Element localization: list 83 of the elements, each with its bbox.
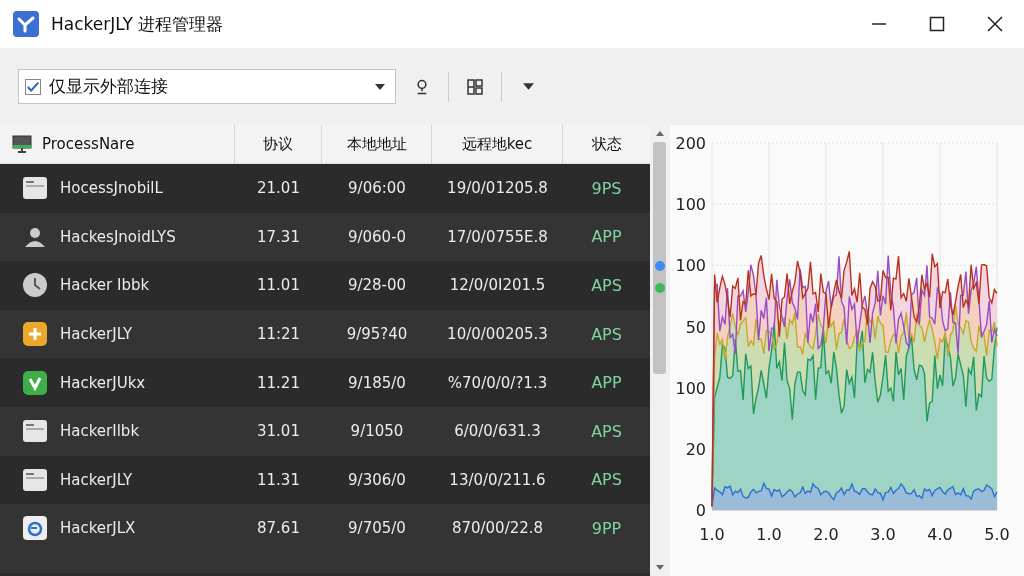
protocol-cell-text: 11:21	[255, 324, 302, 346]
column-header[interactable]: ProcessNare	[0, 125, 235, 163]
local-address-cell-text: 9/28-00	[346, 275, 408, 297]
remote-address-cell-text: 10/0/00205.3	[446, 324, 549, 346]
window-title: HackerJLY 进程管理器	[51, 12, 224, 36]
remote-address-cell-text: 13/0/0/211.6	[448, 469, 547, 491]
maximize-icon	[929, 16, 945, 32]
local-address-cell-text: 9/95?40	[345, 324, 409, 346]
document-icon	[22, 466, 48, 493]
status-cell-text: APS	[590, 420, 623, 443]
status-cell-text: APS	[590, 323, 623, 346]
grid-icon	[466, 77, 484, 96]
process-name: HackerJLY	[60, 470, 133, 489]
marker-dot	[655, 261, 665, 271]
check-icon	[22, 369, 48, 396]
scrollbar-thumb[interactable]	[653, 142, 666, 374]
process-name: HackerJUkx	[60, 373, 146, 392]
clock-icon	[22, 272, 48, 299]
filter-label: 仅显示外部连接	[49, 75, 168, 98]
column-header[interactable]: 本地地址	[322, 125, 432, 163]
document-icon	[22, 175, 48, 202]
protocol-cell-text: 11.31	[256, 469, 301, 491]
remote-address-cell-text: 870/00/22.8	[450, 518, 545, 540]
local-address-cell-text: 9/306/0	[347, 469, 407, 491]
status-cell-text: 9PP	[590, 517, 623, 540]
close-icon	[987, 16, 1003, 32]
y-tick-label: 0	[695, 501, 706, 520]
x-tick-label: 1.0	[699, 525, 725, 544]
marker-dot	[655, 283, 665, 293]
caret-icon	[522, 83, 534, 90]
y-tick-label: 100	[675, 195, 706, 215]
process-name: HackesJnoidLYS	[60, 227, 176, 246]
local-address-cell-text: 9/1050	[349, 421, 405, 443]
x-tick-label: 5.0	[984, 525, 1010, 544]
x-tick-label: 3.0	[870, 525, 896, 544]
x-tick-label: 2.0	[813, 525, 839, 544]
plus-icon	[22, 321, 48, 348]
y-tick-label: 200	[675, 134, 706, 153]
protocol-cell-text: 11.21	[256, 372, 301, 394]
scroll-down-icon[interactable]	[656, 565, 664, 570]
remote-address-cell-text: 17/0/0755E.8	[446, 226, 549, 248]
status-cell-text: APP	[590, 372, 623, 395]
scroll-up-icon[interactable]	[656, 131, 664, 136]
protocol-cell-text: 31.01	[256, 421, 301, 443]
local-address-cell-text: 9/060-0	[346, 226, 408, 248]
local-address-cell-text: 9/185/0	[347, 372, 407, 394]
status-cell-text: APP	[590, 226, 623, 249]
status-cell-text: 9PS	[590, 177, 623, 200]
remote-address-cell-text: 19/0/01205.8	[446, 178, 549, 200]
remote-address-cell-text: %70/0/0/?1.3	[446, 372, 549, 394]
remote-address-cell-text: 6/0/0/631.3	[453, 421, 542, 443]
x-tick-label: 1.0	[756, 525, 782, 544]
document-icon	[22, 418, 48, 445]
x-tick-label: 4.0	[927, 525, 953, 544]
column-header[interactable]: 远程地kec	[432, 125, 563, 163]
pin-icon	[416, 77, 428, 96]
process-name: HackerIlbk	[60, 422, 140, 441]
app-logo-icon	[13, 11, 39, 37]
y-tick-label: 100	[675, 378, 706, 398]
process-name: HackerJLY	[60, 325, 133, 344]
remote-address-cell-text: 12/0/0I201.5	[448, 275, 547, 297]
filter-checkbox[interactable]	[25, 78, 41, 95]
column-title: ProcessNare	[42, 135, 135, 153]
local-address-cell-text: 9/06:00	[347, 178, 407, 200]
filter-dropdown[interactable]: 仅显示外部连接	[18, 69, 396, 104]
status-cell-text: APS	[590, 469, 623, 492]
protocol-cell-text: 87.61	[256, 518, 301, 540]
minimize-icon	[871, 23, 887, 25]
protocol-cell-text: 17.31	[256, 226, 301, 248]
caret-icon	[375, 83, 385, 90]
process-name: HackerJLX	[60, 519, 136, 538]
local-address-cell-text: 9/705/0	[347, 518, 407, 540]
process-name: HocessJnobilL	[60, 179, 163, 198]
column-header[interactable]: 状态	[563, 125, 650, 163]
y-tick-label: 50	[685, 317, 706, 337]
y-tick-label: 100	[675, 256, 706, 276]
y-tick-label: 20	[685, 439, 706, 459]
process-name: Hacker Ibbk	[60, 276, 150, 295]
protocol-cell-text: 21.01	[256, 178, 301, 200]
status-cell-text: APS	[590, 275, 623, 297]
column-header[interactable]: 协议	[235, 125, 322, 163]
monitor-icon	[12, 135, 32, 153]
protocol-cell-text: 11.01	[256, 275, 301, 297]
